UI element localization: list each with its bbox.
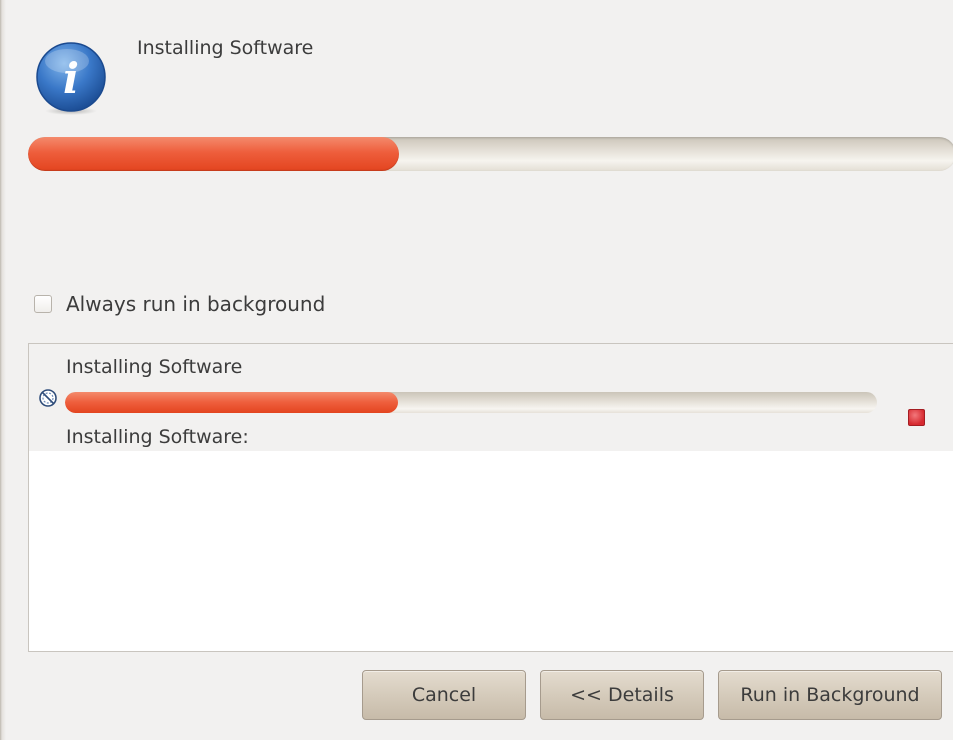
job-progress-icon xyxy=(38,388,58,408)
stop-job-button[interactable] xyxy=(905,406,927,428)
stop-icon xyxy=(907,408,925,426)
always-run-background-label: Always run in background xyxy=(66,292,326,316)
main-progress-fill xyxy=(28,137,400,171)
run-in-background-button[interactable]: Run in Background xyxy=(718,670,942,720)
job-status: Installing Software: xyxy=(66,426,249,448)
job-title: Installing Software xyxy=(66,356,243,378)
svg-text:i: i xyxy=(63,54,79,103)
job-row: Installing Software Installing Software: xyxy=(29,344,953,451)
info-icon: i xyxy=(34,41,108,115)
window-left-edge xyxy=(0,0,6,740)
job-progress-fill xyxy=(65,392,398,413)
details-button[interactable]: << Details xyxy=(540,670,704,720)
installing-software-dialog: i Installing Software Always run in back… xyxy=(0,0,953,740)
details-panel: Installing Software Installing Software: xyxy=(28,343,953,652)
cancel-button[interactable]: Cancel xyxy=(362,670,526,720)
main-progress-bar xyxy=(28,137,953,171)
always-run-background-option[interactable]: Always run in background xyxy=(34,292,325,316)
dialog-title: Installing Software xyxy=(137,37,314,59)
job-progress-bar xyxy=(65,392,877,413)
always-run-background-checkbox[interactable] xyxy=(34,295,52,313)
